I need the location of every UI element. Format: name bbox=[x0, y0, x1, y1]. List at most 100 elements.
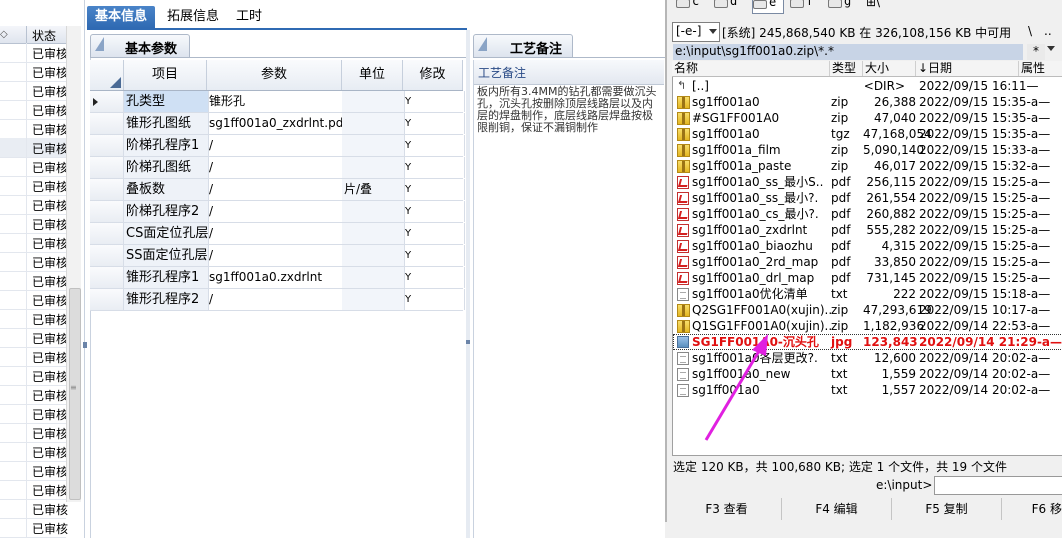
status-row[interactable]: 已审核 bbox=[0, 271, 68, 291]
grid-row[interactable]: 锥形孔程序2/ Y bbox=[90, 289, 465, 311]
file-row[interactable]: sg1ff001a_film zip 5,090,140 2022/09/15 15:… bbox=[673, 142, 1062, 158]
drive-button-d[interactable]: d bbox=[714, 0, 744, 12]
col-header-size[interactable]: 大小 bbox=[863, 61, 916, 76]
drive-button-e[interactable]: e bbox=[752, 0, 784, 14]
grid-row[interactable]: 孔类型 锥形孔 Y bbox=[90, 91, 465, 113]
column-header-param[interactable]: 参数 bbox=[207, 60, 342, 90]
file-row[interactable]: Q2SG1FF001A0(xujin).. zip 47,293,619 2022/0… bbox=[673, 302, 1062, 318]
drive-button-c[interactable]: c bbox=[676, 0, 706, 12]
grid-row[interactable]: 阶梯孔程序2/ Y bbox=[90, 201, 465, 223]
status-row[interactable]: 已审核 bbox=[0, 518, 68, 538]
file-row[interactable]: sg1ff001a0_2rd_map pdf 33,850 2022/09/15 15… bbox=[673, 254, 1062, 270]
process-notes-text[interactable]: 板内所有3.4MM的钻孔都需要做沉头孔，沉头孔按删除顶层线路层以及内层的焊盘制作… bbox=[477, 86, 657, 134]
current-path-bar[interactable]: e:\input\sg1ff001a0.zip\*.* bbox=[673, 44, 1023, 60]
column-header-item[interactable]: 项目 bbox=[124, 60, 207, 90]
column-header-modify[interactable]: 修改 bbox=[403, 60, 463, 90]
status-row[interactable]: 已审核 bbox=[0, 62, 68, 82]
param-value-cell[interactable]: sg1ff001a0_zxdrlnt.pdf bbox=[207, 113, 344, 134]
param-unit-cell[interactable] bbox=[342, 201, 405, 222]
param-value-cell[interactable]: / bbox=[207, 135, 344, 156]
file-row[interactable]: sg1ff001a0_cs_最小?. pdf 260,882 2022/09/15 1… bbox=[673, 206, 1062, 222]
param-value-cell[interactable]: / bbox=[207, 157, 344, 178]
param-item-cell[interactable]: 锥形孔程序2 bbox=[124, 289, 209, 310]
filter-button[interactable]: * bbox=[1027, 44, 1045, 60]
status-row[interactable]: 已审核 bbox=[0, 309, 68, 329]
tab-extended-info[interactable]: 拓展信息 bbox=[159, 6, 227, 28]
status-row[interactable]: 已审核 bbox=[0, 385, 68, 405]
file-row[interactable]: sg1ff001a0_new txt 1,559 2022/09/14 20:02-a… bbox=[673, 366, 1062, 382]
status-row[interactable]: 已审核 bbox=[0, 43, 68, 63]
param-unit-cell[interactable] bbox=[342, 135, 405, 156]
file-row[interactable]: sg1ff001a0优化清单 txt 222 2022/09/15 15:18-a— bbox=[673, 286, 1062, 302]
param-item-cell[interactable]: 阶梯孔程序1 bbox=[124, 135, 209, 156]
param-unit-cell[interactable] bbox=[342, 289, 405, 310]
tab-work-hours[interactable]: 工时 bbox=[228, 6, 270, 28]
file-row[interactable]: #SG1FF001A0 zip 47,040 2022/09/15 15:35-a— bbox=[673, 110, 1062, 126]
param-unit-cell[interactable] bbox=[342, 245, 405, 266]
drive-button-g[interactable]: g bbox=[828, 0, 858, 12]
param-item-cell[interactable]: 阶梯孔程序2 bbox=[124, 201, 209, 222]
f3-view-button[interactable]: F3 查看 bbox=[672, 498, 782, 520]
param-value-cell[interactable]: / bbox=[207, 289, 344, 310]
status-row[interactable]: 已审核 bbox=[0, 480, 68, 500]
status-row[interactable]: 已审核 bbox=[0, 461, 68, 481]
drive-button-f[interactable]: f bbox=[790, 0, 820, 12]
status-row[interactable]: 已审核 bbox=[0, 138, 68, 158]
param-item-cell[interactable]: 阶梯孔图纸 bbox=[124, 157, 209, 178]
tab-basic-info[interactable]: 基本信息 bbox=[87, 6, 156, 28]
parent-dir-button[interactable]: .. bbox=[1044, 24, 1052, 38]
param-modify-cell[interactable]: Y bbox=[403, 245, 465, 266]
status-row[interactable]: 已审核 bbox=[0, 404, 68, 424]
file-row[interactable]: sg1ff001a0_drl_map pdf 731,145 2022/09/15 1… bbox=[673, 270, 1062, 286]
param-value-cell[interactable]: 锥形孔 bbox=[207, 91, 344, 112]
grid-row[interactable]: 阶梯孔图纸 / Y bbox=[90, 157, 465, 179]
status-row[interactable]: 已审核 bbox=[0, 176, 68, 196]
param-modify-cell[interactable]: Y bbox=[403, 135, 465, 156]
panel-splitter[interactable] bbox=[466, 30, 470, 538]
param-unit-cell[interactable]: 片/叠 bbox=[342, 179, 405, 200]
status-list-scrollbar[interactable]: ≡ bbox=[66, 26, 81, 502]
file-row[interactable]: sg1ff001a0 tgz 47,168,054 2022/09/15 15:35-… bbox=[673, 126, 1062, 142]
status-row[interactable]: 已审核 bbox=[0, 290, 68, 310]
param-modify-cell[interactable]: Y bbox=[403, 157, 465, 178]
param-item-cell[interactable]: 孔类型 bbox=[124, 91, 209, 112]
file-row[interactable]: sg1ff001a0 zip 26,388 2022/09/15 15:35-a— bbox=[673, 94, 1062, 110]
grid-row[interactable]: 阶梯孔程序1/ Y bbox=[90, 135, 465, 157]
status-row[interactable]: 已审核 bbox=[0, 157, 68, 177]
status-row[interactable]: 已审核 bbox=[0, 195, 68, 215]
status-row[interactable]: 已审核 bbox=[0, 366, 68, 386]
file-row[interactable]: Q1SG1FF001A0(xujin).. zip 1,182,936 2022/09… bbox=[673, 318, 1062, 334]
file-row[interactable]: ↰ [..] <DIR> 2022/09/15 16:11— bbox=[673, 78, 1062, 94]
status-row[interactable]: 已审核 bbox=[0, 328, 68, 348]
status-row[interactable]: 已审核 bbox=[0, 442, 68, 462]
f6-move-button[interactable]: F6 移 bbox=[1002, 498, 1062, 520]
status-column-header[interactable]: 状态 bbox=[32, 27, 56, 44]
param-item-cell[interactable]: 锥形孔图纸 bbox=[124, 113, 209, 134]
param-unit-cell[interactable] bbox=[342, 113, 405, 134]
param-modify-cell[interactable]: Y bbox=[403, 289, 465, 310]
basic-params-panel-header[interactable]: 基本参数 bbox=[90, 34, 190, 58]
command-line-input[interactable] bbox=[934, 476, 1062, 495]
param-item-cell[interactable]: 锥形孔程序1 bbox=[124, 267, 209, 288]
status-row[interactable]: 已审核 bbox=[0, 81, 68, 101]
param-value-cell[interactable]: sg1ff001a0.zxdrlnt bbox=[207, 267, 344, 288]
status-row[interactable]: 已审核 bbox=[0, 214, 68, 234]
network-neighborhood-icon[interactable]: ⊞\ bbox=[866, 0, 880, 9]
param-modify-cell[interactable]: Y bbox=[403, 201, 465, 222]
file-row[interactable]: sg1ff001a_paste zip 46,017 2022/09/15 15:32… bbox=[673, 158, 1062, 174]
history-dropdown-icon[interactable] bbox=[1047, 46, 1055, 51]
left-splitter[interactable] bbox=[83, 280, 87, 380]
process-notes-panel-header[interactable]: 工艺备注 bbox=[473, 34, 573, 58]
grid-row[interactable]: 锥形孔图纸 sg1ff001a0_zxdrlnt.pdf Y bbox=[90, 113, 465, 135]
param-item-cell[interactable]: 叠板数 bbox=[124, 179, 209, 200]
grid-row[interactable]: CS面定位孔层 / Y bbox=[90, 223, 465, 245]
status-row[interactable]: 已审核 bbox=[0, 100, 68, 120]
status-row[interactable]: 已审核 bbox=[0, 347, 68, 367]
grid-row[interactable]: 叠板数 / 片/叠 Y bbox=[90, 179, 465, 201]
file-row[interactable]: sg1ff001a0_biaozhu pdf 4,315 2022/09/15 15:… bbox=[673, 238, 1062, 254]
drive-select[interactable]: [-e-] bbox=[672, 22, 720, 42]
param-unit-cell[interactable] bbox=[342, 91, 405, 112]
file-row[interactable]: sg1ff001a0各层更改?. txt 12,600 2022/09/14 20:0… bbox=[673, 350, 1062, 366]
param-value-cell[interactable]: / bbox=[207, 201, 344, 222]
param-value-cell[interactable]: / bbox=[207, 223, 344, 244]
